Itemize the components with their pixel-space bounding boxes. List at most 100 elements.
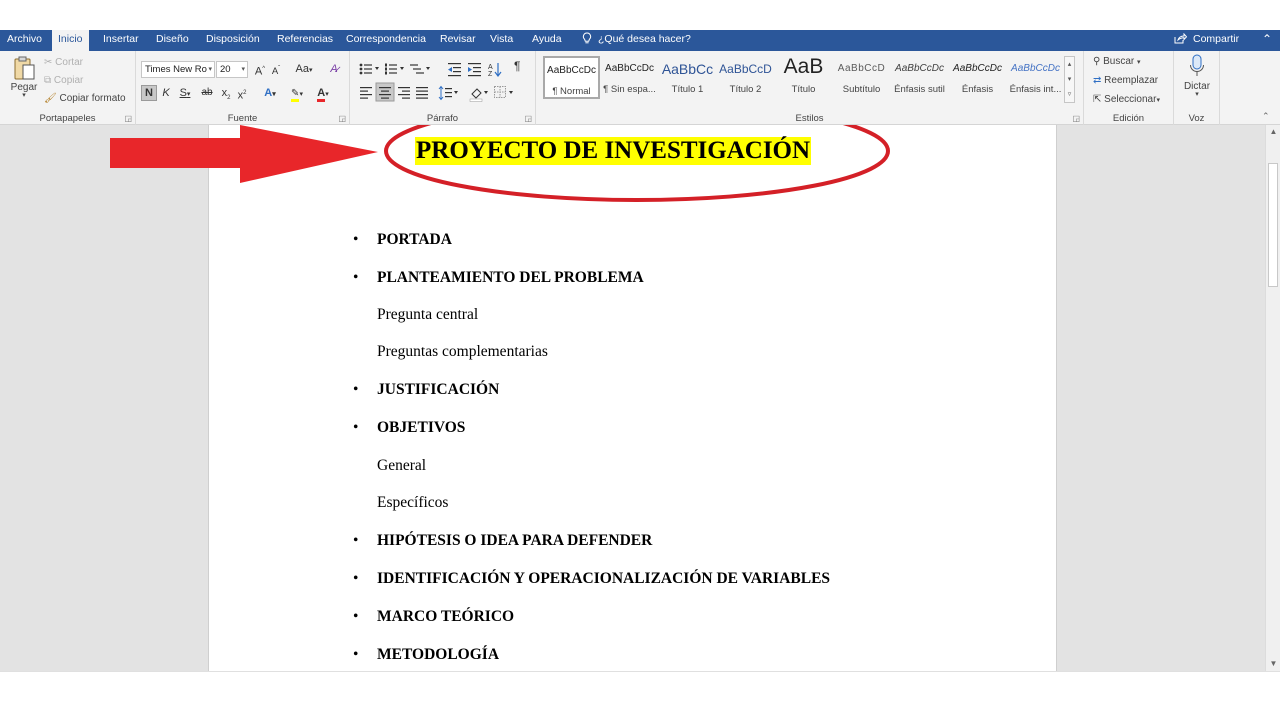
more-styles-icon[interactable]: ▿ xyxy=(1065,87,1074,102)
paste-button[interactable]: Pegar ▾ xyxy=(8,55,40,101)
chevron-down-icon[interactable]: ▾ xyxy=(1065,72,1074,87)
subscript-button[interactable]: x2 xyxy=(219,85,233,101)
tab-diseno[interactable]: Diseño xyxy=(150,30,195,51)
style-normal[interactable]: AaBbCcDc ¶ Normal xyxy=(543,56,600,99)
font-size-select[interactable]: 20 ▾ xyxy=(216,61,248,78)
numbering-icon[interactable] xyxy=(385,63,404,75)
bullet-item[interactable]: • IDENTIFICACIÓN Y OPERACIONALIZACIÓN DE … xyxy=(353,569,830,589)
clipboard-launcher-icon[interactable]: ◲ xyxy=(124,114,132,123)
outline-text: Preguntas complementarias xyxy=(377,343,548,360)
format-painter-button[interactable]: 🖌 Copiar formato xyxy=(44,93,126,104)
chevron-down-icon: ▾ xyxy=(241,66,245,73)
tab-inicio[interactable]: Inicio xyxy=(52,30,89,51)
font-launcher-icon[interactable]: ◲ xyxy=(338,114,346,123)
tell-me-search[interactable]: ¿Qué desea hacer? xyxy=(582,30,691,51)
shrink-font-button[interactable]: Aˇ xyxy=(269,61,283,77)
font-family-value: Times New Ro xyxy=(145,64,207,75)
font-color-button[interactable]: A▾ xyxy=(312,85,334,102)
bullet-item[interactable]: • JUSTIFICACIÓN xyxy=(353,380,499,400)
outline-text: METODOLOGÍA xyxy=(377,646,500,663)
strikethrough-button[interactable]: ab xyxy=(199,85,215,101)
italic-button[interactable]: K xyxy=(159,85,173,101)
bullet-item[interactable]: • PORTADA xyxy=(353,230,452,250)
bullet-glyph: • xyxy=(353,419,359,436)
show-formatting-button[interactable]: ¶ xyxy=(514,59,520,73)
font-family-select[interactable]: Times New Ro ▾ xyxy=(141,61,215,78)
tab-archivo[interactable]: Archivo xyxy=(1,30,48,51)
style-heading-1[interactable]: AaBbCc Título 1 xyxy=(659,56,716,99)
clear-formatting-icon[interactable]: A̷ xyxy=(326,61,342,77)
change-case-button[interactable]: Aa▾ xyxy=(292,61,316,77)
style-subtle-emphasis[interactable]: AaBbCcDc Énfasis sutil xyxy=(891,56,948,99)
style-subtitle[interactable]: AaBbCcD Subtítulo xyxy=(833,56,890,99)
style-title[interactable]: AaB Título xyxy=(775,56,832,99)
tab-disposicion[interactable]: Disposición xyxy=(200,30,266,51)
bullet-item[interactable]: • OBJETIVOS xyxy=(353,418,466,438)
bullets-icon[interactable] xyxy=(359,63,379,75)
styles-launcher-icon[interactable]: ◲ xyxy=(1072,114,1080,123)
tab-vista[interactable]: Vista xyxy=(484,30,519,51)
style-name: Énfasis sutil xyxy=(894,84,945,95)
scroll-up-icon[interactable]: ▲ xyxy=(1266,125,1280,139)
replace-button[interactable]: ⇄ Reemplazar xyxy=(1093,75,1158,86)
document-title[interactable]: PROYECTO DE INVESTIGACIÓN xyxy=(415,137,812,165)
outline-text: Específicos xyxy=(377,494,449,511)
find-button[interactable]: ⚲ Buscar ▾ xyxy=(1093,56,1141,67)
sub-item[interactable]: Específicos xyxy=(377,493,448,513)
multilevel-list-icon[interactable] xyxy=(410,64,430,74)
voice-group-label: Voz xyxy=(1188,113,1205,124)
style-heading-2[interactable]: AaBbCcD Título 2 xyxy=(717,56,774,99)
tab-revisar[interactable]: Revisar xyxy=(434,30,482,51)
sort-icon[interactable]: A Z xyxy=(488,63,502,78)
underline-button[interactable]: S▾ xyxy=(175,85,195,101)
bold-button[interactable]: N xyxy=(141,85,157,101)
style-preview: AaBbCcD xyxy=(719,62,772,76)
bullet-item[interactable]: • METODOLOGÍA xyxy=(353,645,500,665)
grow-font-button[interactable]: A^ xyxy=(253,61,267,78)
superscript-button[interactable]: x2 xyxy=(235,85,249,102)
style-emphasis[interactable]: AaBbCcDc Énfasis xyxy=(949,56,1006,99)
align-left-icon[interactable] xyxy=(360,87,372,99)
scrollbar-thumb[interactable] xyxy=(1268,163,1278,287)
align-right-icon[interactable] xyxy=(398,87,410,99)
shading-icon[interactable] xyxy=(469,88,488,102)
collapse-ribbon-chevron-icon[interactable]: ⌃ xyxy=(1262,111,1270,122)
tab-insertar[interactable]: Insertar xyxy=(97,30,145,51)
vertical-scrollbar[interactable]: ▲ ▼ xyxy=(1265,125,1280,671)
style-no-spacing[interactable]: AaBbCcDc ¶ Sin espa... xyxy=(601,56,658,99)
share-icon xyxy=(1174,32,1188,44)
sub-item[interactable]: General xyxy=(377,456,426,476)
sub-item[interactable]: Preguntas complementarias xyxy=(377,342,548,362)
line-spacing-icon[interactable] xyxy=(438,85,458,101)
share-button[interactable]: Compartir xyxy=(1174,30,1239,51)
bullet-item[interactable]: • MARCO TEÓRICO xyxy=(353,607,514,627)
borders-icon[interactable] xyxy=(494,86,514,98)
sub-item[interactable]: Pregunta central xyxy=(377,305,478,325)
increase-indent-icon[interactable] xyxy=(468,63,481,77)
bullet-item[interactable]: • HIPÓTESIS O IDEA PARA DEFENDER xyxy=(353,531,652,551)
document-page[interactable]: PROYECTO DE INVESTIGACIÓN • PORTADA • PLANT… xyxy=(208,125,1057,671)
svg-text:A: A xyxy=(488,64,493,71)
dictate-button[interactable]: Dictar ▾ xyxy=(1181,54,1213,98)
text-effects-button[interactable]: A▾ xyxy=(260,85,280,101)
collapse-ribbon-icon[interactable]: ⌃ xyxy=(1254,30,1280,51)
paragraph-launcher-icon[interactable]: ◲ xyxy=(524,114,532,123)
highlight-color-button[interactable]: ✎▾ xyxy=(286,85,308,102)
tab-ayuda[interactable]: Ayuda xyxy=(526,30,568,51)
underline-label: S xyxy=(179,87,187,99)
tab-referencias[interactable]: Referencias xyxy=(271,30,339,51)
chevron-up-icon[interactable]: ▴ xyxy=(1065,57,1074,72)
decrease-indent-icon[interactable] xyxy=(448,63,461,77)
justify-icon[interactable] xyxy=(416,87,428,99)
copy-button[interactable]: ⧉ Copiar xyxy=(44,75,83,86)
select-button[interactable]: ⇱ Seleccionar▾ xyxy=(1093,94,1160,105)
style-intense-emphasis[interactable]: AaBbCcDc Énfasis int... xyxy=(1007,56,1064,99)
styles-gallery-scroller[interactable]: ▴ ▾ ▿ xyxy=(1064,56,1075,103)
style-preview: AaBbCcDc xyxy=(547,65,596,76)
scroll-down-icon[interactable]: ▼ xyxy=(1266,657,1280,671)
cut-button[interactable]: ✂ Cortar xyxy=(44,57,83,68)
outline-text: OBJETIVOS xyxy=(377,419,466,436)
bullet-item[interactable]: • PLANTEAMIENTO DEL PROBLEMA xyxy=(353,268,644,288)
style-preview: AaBbCcDc xyxy=(953,63,1002,74)
tab-correspondencia[interactable]: Correspondencia xyxy=(340,30,432,51)
